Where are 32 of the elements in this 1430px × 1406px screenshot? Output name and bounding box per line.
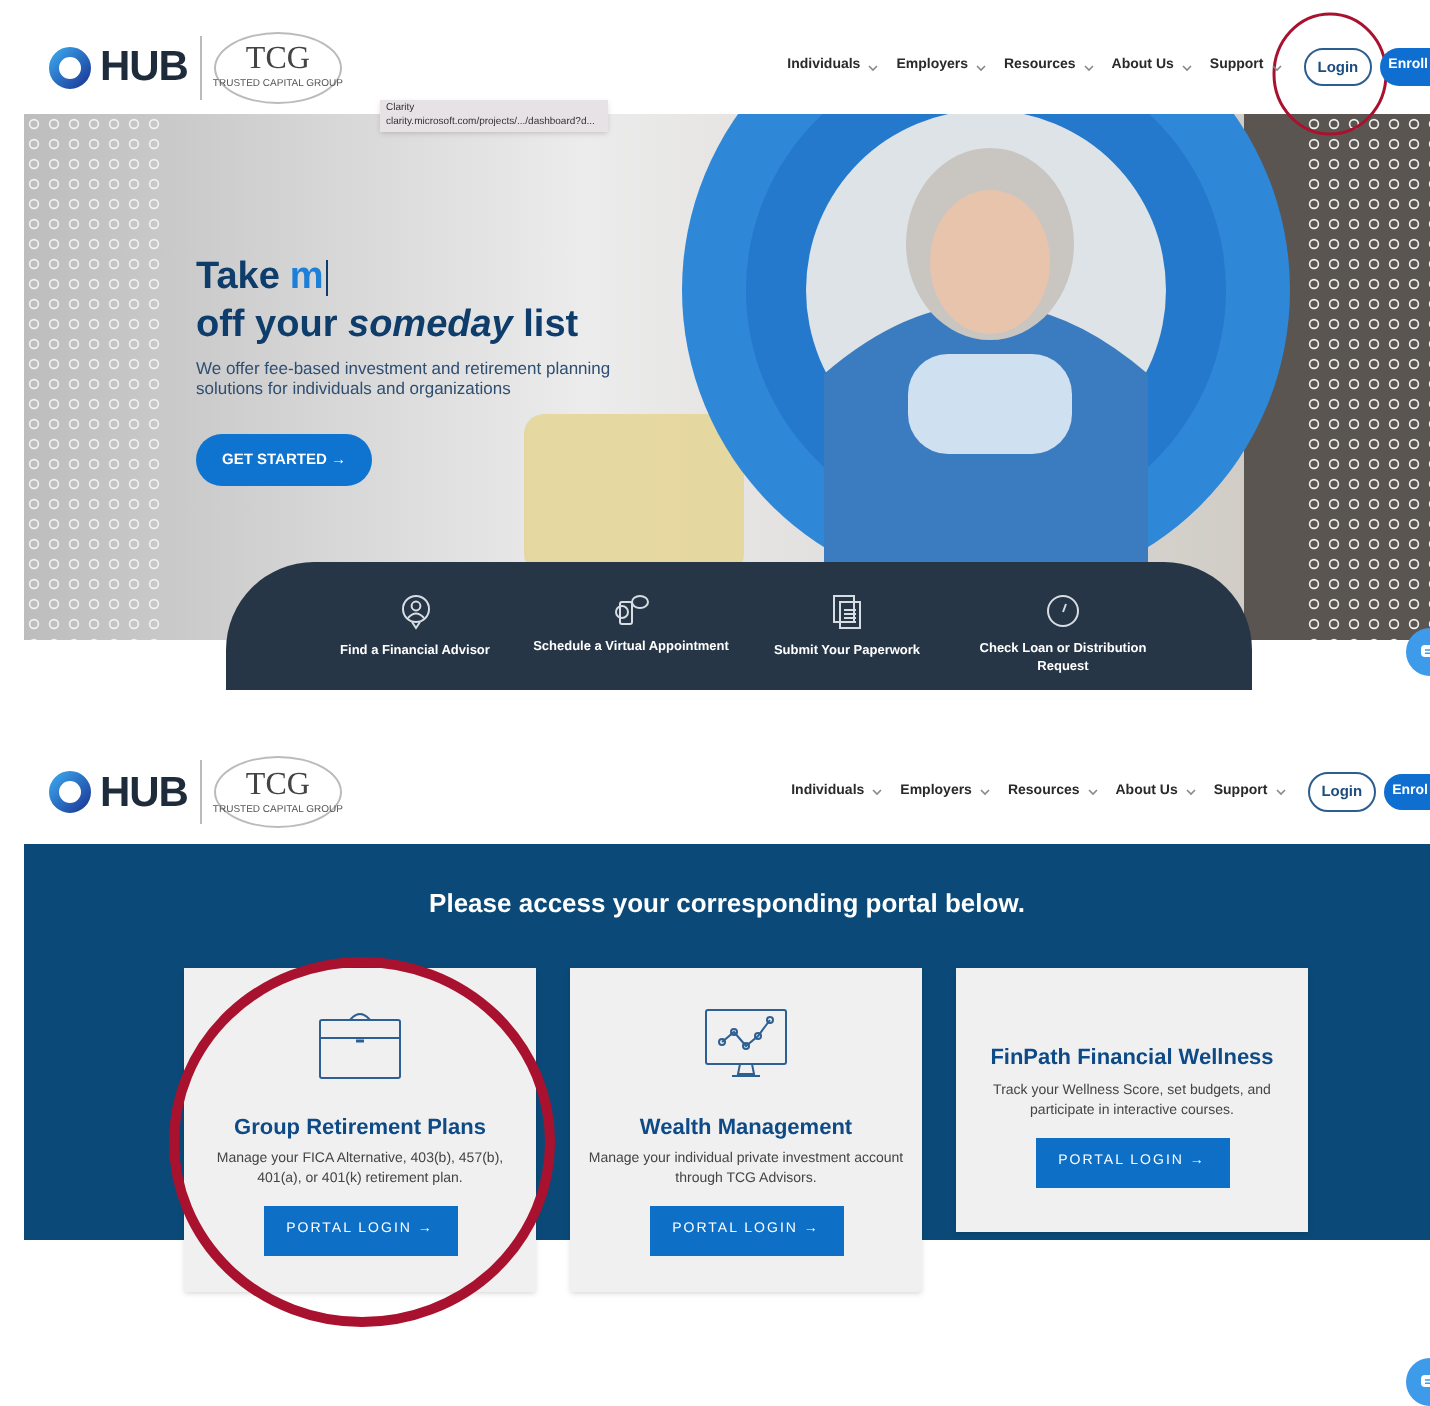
partner-logo: TCG <box>245 44 310 76</box>
ring-logo-icon <box>48 45 92 89</box>
hero-subtitle: We offer fee-based investment and retirement planning solutions for individuals and organizations <box>196 358 613 398</box>
card-title: Wealth Management <box>639 1113 853 1143</box>
chevron-icon <box>1271 63 1282 71</box>
chevron-icon <box>1185 788 1196 796</box>
typed-text: m <box>289 254 324 302</box>
hero-heading: off your someday list <box>196 302 581 350</box>
chevron-icon <box>872 788 883 796</box>
monitor-chart-icon <box>704 1007 788 1079</box>
chevron-icon <box>976 63 986 71</box>
brand-logo: HUB <box>100 46 188 88</box>
card-title: Group Retirement Plans <box>234 1113 486 1143</box>
gauge-icon <box>1046 594 1080 628</box>
chevron-icon <box>1181 63 1192 71</box>
chevron-icon <box>979 788 990 796</box>
chevron-icon <box>1275 788 1286 796</box>
chat-bubbles-icon <box>613 594 649 626</box>
card-title: FinPath Financial Wellness <box>990 1044 1274 1075</box>
brand-logo: HUB <box>100 771 188 813</box>
chevron-icon <box>868 63 879 71</box>
text-cursor <box>325 260 328 296</box>
partner-logo: TCG <box>245 769 310 801</box>
documents-icon <box>832 594 862 630</box>
chevron-icon <box>1087 788 1098 796</box>
ring-logo-icon <box>48 770 92 814</box>
briefcase-icon <box>318 1007 402 1079</box>
chevron-icon <box>1083 63 1094 71</box>
highlight-circle <box>1272 12 1388 136</box>
person-pin-icon <box>399 594 431 630</box>
portal-heading: Please access your corresponding portal below. <box>427 886 1027 922</box>
hero-heading-text: Take <box>196 254 280 302</box>
